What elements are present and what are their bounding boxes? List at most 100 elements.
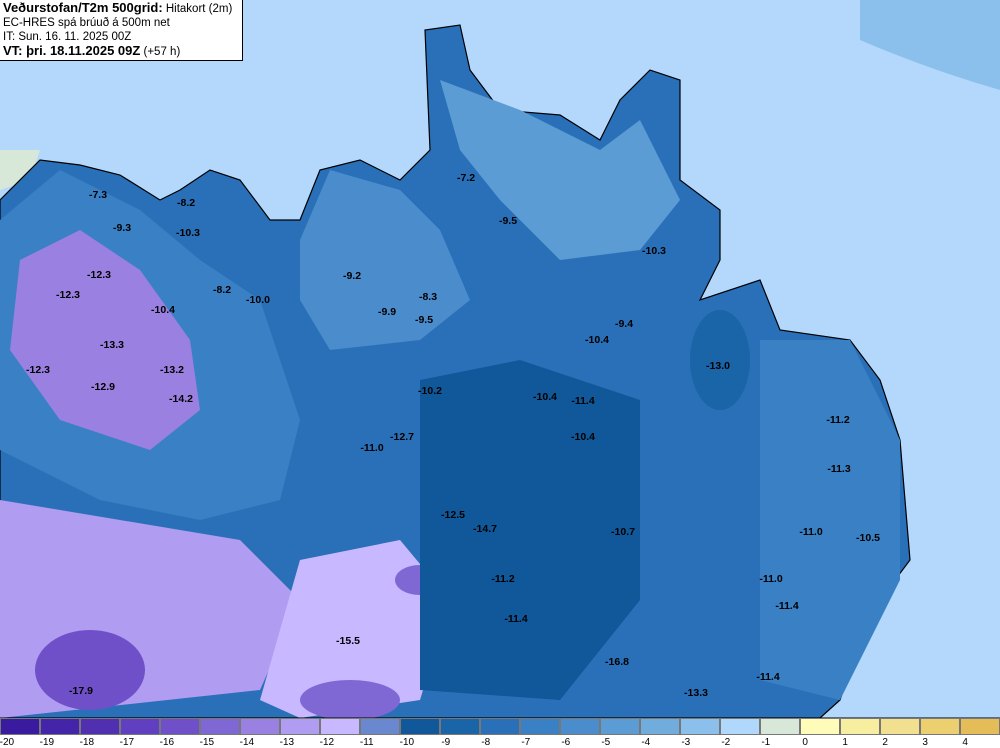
temperature-label: -12.7 — [390, 431, 414, 443]
temperature-label: -10.3 — [642, 245, 666, 257]
temperature-label: -8.2 — [212, 284, 232, 296]
legend-tick: -6 — [561, 737, 571, 748]
color-legend: -20 -19 -18 -17 -16 -15 -14 -13 -12 -11 -10 -9 -8 -7-… — [0, 718, 1000, 748]
legend-swatch — [600, 718, 640, 735]
temperature-label: -11.4 — [775, 600, 799, 612]
temperature-label: -10.5 — [856, 532, 880, 544]
legend-swatch — [80, 718, 120, 735]
legend-tick: -7 — [521, 737, 531, 748]
temperature-label: -12.5 — [441, 509, 465, 521]
legend-swatch — [360, 718, 400, 735]
temperature-label: -12.3 — [56, 289, 80, 301]
legend-tick: -11 — [359, 737, 374, 748]
legend-swatch — [40, 718, 80, 735]
legend-swatch — [240, 718, 280, 735]
temperature-label: -9.2 — [342, 270, 362, 282]
temperature-label: -7.2 — [456, 172, 476, 184]
temperature-label: -9.5 — [414, 314, 434, 326]
model-text: EC-HRES spá brúuð á 500m net — [3, 17, 170, 29]
temperature-label: -12.3 — [87, 269, 111, 281]
temperature-label: -14.7 — [473, 523, 497, 535]
legend-tick: -2 — [721, 737, 731, 748]
legend-swatch — [520, 718, 560, 735]
legend-tick: -1 — [761, 737, 771, 748]
temperature-label: -13.0 — [706, 360, 730, 372]
temperature-label: -8.2 — [176, 197, 196, 209]
temperature-label: -7.3 — [88, 189, 108, 201]
legend-tick: 0 — [802, 737, 808, 748]
legend-swatch — [720, 718, 760, 735]
legend-swatch — [200, 718, 240, 735]
temperature-label: -11.4 — [504, 613, 528, 625]
legend-tick: 4 — [962, 737, 968, 748]
legend-tick: -17 — [119, 737, 135, 748]
legend-swatch — [840, 718, 880, 735]
legend-tick: -14 — [239, 737, 255, 748]
temperature-label: -9.5 — [498, 215, 518, 227]
temperature-label: -10.0 — [246, 294, 270, 306]
legend-swatch — [0, 718, 40, 735]
temperature-label: -17.9 — [69, 685, 93, 697]
temperature-label: -11.0 — [759, 573, 783, 585]
temperature-label: -10.4 — [533, 391, 557, 403]
map-info-box: Veðurstofan/T2m 500grid: Hitakort (2m) E… — [0, 0, 243, 61]
legend-tick: -15 — [199, 737, 215, 748]
legend-swatch — [400, 718, 440, 735]
temperature-label: -11.3 — [827, 463, 851, 475]
legend-tick: -18 — [79, 737, 95, 748]
temperature-label: -10.2 — [418, 385, 442, 397]
map-subtitle: Hitakort (2m) — [165, 3, 233, 15]
legend-swatch — [320, 718, 360, 735]
temperature-label: -14.2 — [169, 393, 193, 405]
legend-swatch — [560, 718, 600, 735]
temperature-label: -10.4 — [571, 431, 595, 443]
temperature-label: -10.4 — [151, 304, 175, 316]
temperature-label: -9.3 — [112, 222, 132, 234]
temperature-label: -9.4 — [614, 318, 634, 330]
temperature-label: -11.2 — [491, 573, 515, 585]
legend-tick: 3 — [922, 737, 928, 748]
temperature-label: -9.9 — [377, 306, 397, 318]
temperature-label: -10.7 — [611, 526, 635, 538]
temperature-label: -8.3 — [418, 291, 438, 303]
legend-tick: -19 — [39, 737, 55, 748]
temperature-label: -12.9 — [91, 381, 115, 393]
legend-tick: -4 — [641, 737, 651, 748]
legend-swatch — [160, 718, 200, 735]
legend-tick: -20 — [0, 737, 15, 748]
map-title: Veðurstofan/T2m 500grid: — [3, 0, 163, 15]
temperature-label: -11.0 — [360, 442, 384, 454]
temperature-label: -11.4 — [756, 671, 780, 683]
legend-swatch — [480, 718, 520, 735]
temperature-label: -11.2 — [826, 414, 850, 426]
temperature-label: -10.3 — [176, 227, 200, 239]
legend-swatch — [120, 718, 160, 735]
legend-tick: -9 — [441, 737, 451, 748]
legend-tick: -5 — [601, 737, 611, 748]
legend-swatch — [280, 718, 320, 735]
temperature-label: -11.4 — [571, 395, 595, 407]
temperature-label: -13.2 — [160, 364, 184, 376]
lead-time: (+57 h) — [143, 46, 181, 58]
legend-swatch — [680, 718, 720, 735]
temperature-label: -13.3 — [100, 339, 124, 351]
temperature-map — [0, 0, 1000, 718]
legend-tick: -16 — [159, 737, 175, 748]
legend-swatch — [800, 718, 840, 735]
legend-swatch — [440, 718, 480, 735]
temperature-label: -10.4 — [585, 334, 609, 346]
legend-swatch — [960, 718, 1000, 735]
temperature-label: -12.3 — [26, 364, 50, 376]
legend-swatch — [640, 718, 680, 735]
legend-tick: 2 — [882, 737, 888, 748]
temperature-label: -13.3 — [684, 687, 708, 699]
valid-time: VT: þri. 18.11.2025 09Z — [3, 43, 141, 58]
legend-swatch — [760, 718, 800, 735]
legend-tick: 1 — [842, 737, 848, 748]
legend-tick: -3 — [681, 737, 691, 748]
legend-swatch — [880, 718, 920, 735]
temperature-label: -11.0 — [799, 526, 823, 538]
temperature-label: -15.5 — [336, 635, 360, 647]
legend-tick: -12 — [319, 737, 335, 748]
legend-tick: -10 — [399, 737, 415, 748]
